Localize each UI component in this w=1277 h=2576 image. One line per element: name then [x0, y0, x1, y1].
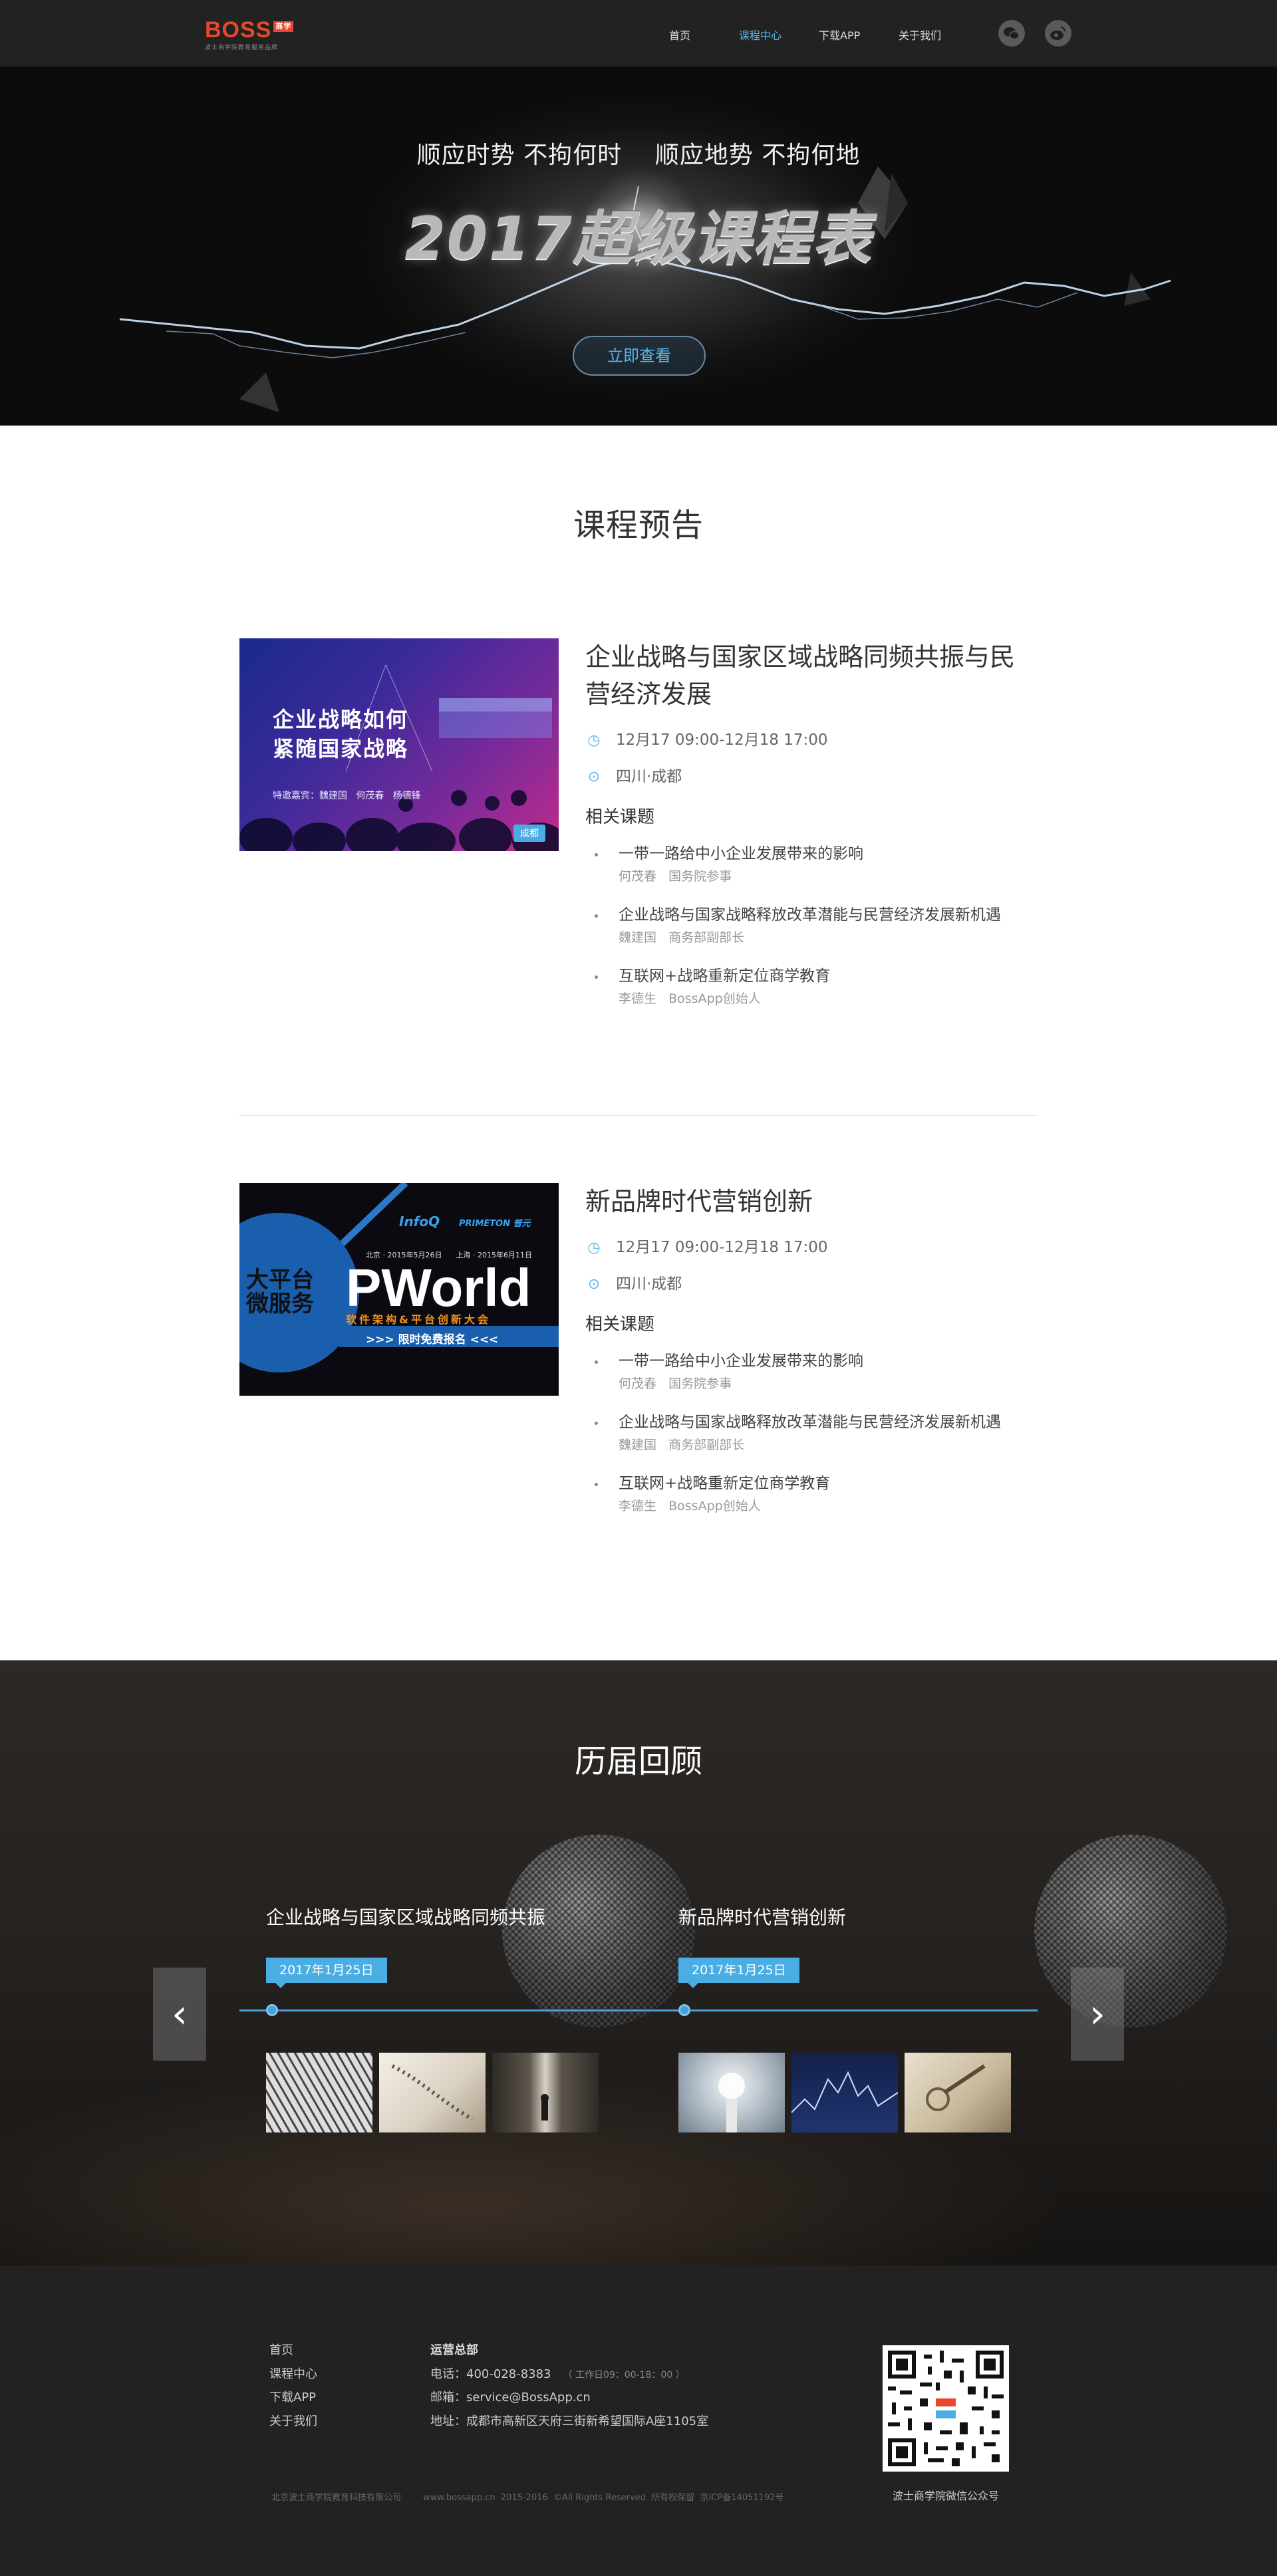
topic-speaker: 何茂春 国务院参事: [619, 1376, 732, 1391]
topic-item[interactable]: 企业战略与国家战略释放改革潜能与民营经济发展新机遇 魏建国 商务部副部长: [585, 1412, 1038, 1454]
course-location: ⊙ 四川·成都: [585, 767, 1038, 787]
microphone-decoration: [502, 1835, 695, 2027]
course-time: ◷ 12月17 09:00-12月18 17:00: [585, 1237, 1038, 1258]
logo[interactable]: BOSS 商学 波士商学院教育服务品牌: [205, 17, 294, 51]
review-section: 历届回顾 企业战略与国家区域战略同频共振 2017年1月25日 新品牌时代营销创…: [0, 1660, 1277, 2265]
timeline-date-badge: 2017年1月25日: [266, 1958, 387, 1988]
topic-title: 企业战略与国家战略释放改革潜能与民营经济发展新机遇: [619, 1414, 1001, 1431]
topic-speaker: 何茂春 国务院参事: [619, 869, 732, 884]
course-image-line2: 紧随国家战略: [273, 736, 409, 761]
topic-item[interactable]: 互联网+战略重新定位商学教育 李德生 BossApp创始人: [585, 1474, 1038, 1515]
next-arrow-button[interactable]: ›: [1071, 1968, 1124, 2061]
topic-title: 互联网+战略重新定位商学教育: [619, 1475, 831, 1492]
top-nav: BOSS 商学 波士商学院教育服务品牌 首页 课程中心 下载APP 关于我们: [0, 0, 1277, 66]
topic-title: 一带一路给中小企业发展带来的影响: [619, 1352, 863, 1370]
preview-section-title: 课程预告: [573, 507, 704, 544]
related-topics-label: 相关课题: [585, 1315, 655, 1335]
review-photo[interactable]: [791, 2053, 898, 2132]
copyright-text: 北京波士商学院教育科技有限公司 www.bossapp.cn 2015-2016…: [271, 2493, 784, 2503]
clock-icon: ◷: [587, 732, 601, 749]
nav-item-download-app[interactable]: 下载APP: [819, 27, 860, 43]
topic-item[interactable]: 一带一路给中小企业发展带来的影响 何茂春 国务院参事: [585, 844, 1038, 885]
course-title[interactable]: 新品牌时代营销创新: [585, 1183, 1038, 1220]
prev-arrow-button[interactable]: ‹: [153, 1968, 206, 2061]
footer-link-courses[interactable]: 课程中心: [269, 2365, 317, 2382]
review-section-title: 历届回顾: [574, 1743, 702, 1780]
city-badge: 成都: [513, 825, 545, 842]
banner-subtitle: 顺应时势 不拘何时 顺应地势 不拘何地: [416, 142, 861, 169]
review-photo[interactable]: [905, 2053, 1011, 2132]
primeton-logo: PRIMETON 普元: [459, 1219, 531, 1229]
pworld-wordmark: PWorld: [346, 1258, 531, 1317]
timeline-line: [239, 2009, 1038, 2011]
site-footer: 首页 课程中心 下载APP 关于我们 运营总部 电话：400-028-8383 （…: [0, 2265, 1277, 2576]
course-image-register-banner: >>> 限时免费报名 <<<: [366, 1333, 499, 1347]
review-photo[interactable]: [379, 2053, 486, 2132]
topic-speaker: 李德生 BossApp创始人: [619, 991, 761, 1006]
email-line[interactable]: 邮箱：service@BossApp.cn: [430, 2388, 591, 2405]
footer-link-download-app[interactable]: 下载APP: [269, 2388, 316, 2405]
review-photo[interactable]: [492, 2053, 599, 2132]
banner-headline: 2017超级课程表: [404, 204, 873, 273]
related-topics-label: 相关课题: [585, 807, 655, 827]
infoq-logo: InfoQ: [399, 1214, 440, 1229]
location-pin-icon: ⊙: [587, 769, 601, 785]
footer-link-about[interactable]: 关于我们: [269, 2412, 317, 2429]
course-image-line1: 企业战略如何: [273, 707, 409, 732]
hq-label: 运营总部: [430, 2343, 478, 2357]
nav-item-courses[interactable]: 课程中心: [739, 27, 781, 43]
topic-item[interactable]: 互联网+战略重新定位商学教育 李德生 BossApp创始人: [585, 966, 1038, 1007]
course-title[interactable]: 企业战略与国家区域战略同频共振与民营经济发展: [585, 638, 1038, 713]
weibo-icon[interactable]: [1045, 20, 1071, 47]
wechat-qr-code: [883, 2345, 1009, 2472]
course-image-guests: 特邀嘉宾：魏建国 何茂春 杨德锋: [273, 791, 421, 801]
course-location: ⊙ 四川·成都: [585, 1274, 1038, 1295]
timeline-dot: [678, 2004, 690, 2016]
view-now-button[interactable]: 立即查看: [573, 336, 706, 376]
timeline-item-title: 企业战略与国家区域战略同频共振: [266, 1906, 546, 1928]
topic-title: 互联网+战略重新定位商学教育: [619, 967, 831, 985]
topic-item[interactable]: 企业战略与国家战略释放改革潜能与民营经济发展新机遇 魏建国 商务部副部长: [585, 905, 1038, 946]
timeline-date-badge: 2017年1月25日: [678, 1958, 799, 1988]
nav-item-about[interactable]: 关于我们: [899, 27, 941, 43]
address-line: 地址：成都市高新区天府三街新希望国际A座1105室: [430, 2414, 709, 2428]
logo-slogan: 波士商学院教育服务品牌: [205, 45, 279, 51]
microphone-decoration: [1034, 1835, 1227, 2027]
clock-icon: ◷: [587, 1239, 601, 1256]
hero-banner: 顺应时势 不拘何时 顺应地势 不拘何地 2017超级课程表 立即查看: [0, 66, 1277, 426]
course-time: ◷ 12月17 09:00-12月18 17:00: [585, 730, 1038, 751]
review-photo[interactable]: [266, 2053, 372, 2132]
logo-brand: BOSS: [205, 17, 272, 43]
course-image[interactable]: 企业战略如何 紧随国家战略 特邀嘉宾：魏建国 何茂春 杨德锋 成都: [239, 638, 559, 851]
topic-title: 企业战略与国家战略释放改革潜能与民营经济发展新机遇: [619, 906, 1001, 924]
phone-line: 电话：400-028-8383 （ 工作日09：00-18：00 ）: [430, 2367, 685, 2381]
course-image-circle-text: 大平台微服务: [246, 1267, 314, 1317]
course-divider: [239, 1115, 1038, 1116]
topic-item[interactable]: 一带一路给中小企业发展带来的影响 何茂春 国务院参事: [585, 1351, 1038, 1392]
location-pin-icon: ⊙: [587, 1276, 601, 1293]
topic-speaker: 魏建国 商务部副部长: [619, 1438, 745, 1452]
course-image-subline: 软件架构&平台创新大会: [346, 1313, 491, 1326]
qr-caption: 波士商学院微信公众号: [892, 2490, 999, 2502]
topic-speaker: 魏建国 商务部副部长: [619, 930, 745, 945]
footer-link-home[interactable]: 首页: [269, 2341, 293, 2358]
audience-background: [0, 2033, 1277, 2265]
course-image[interactable]: 大平台微服务 InfoQ PRIMETON 普元 北京 · 2015年5月26日…: [239, 1183, 559, 1396]
nav-item-home[interactable]: 首页: [669, 27, 690, 43]
timeline-dot: [266, 2004, 278, 2016]
timeline-item-title: 新品牌时代营销创新: [678, 1906, 847, 1928]
logo-tag: 商学: [273, 21, 294, 32]
topic-speaker: 李德生 BossApp创始人: [619, 1499, 761, 1513]
review-photo[interactable]: [678, 2053, 785, 2132]
wechat-icon[interactable]: [998, 20, 1025, 47]
topic-title: 一带一路给中小企业发展带来的影响: [619, 845, 863, 862]
